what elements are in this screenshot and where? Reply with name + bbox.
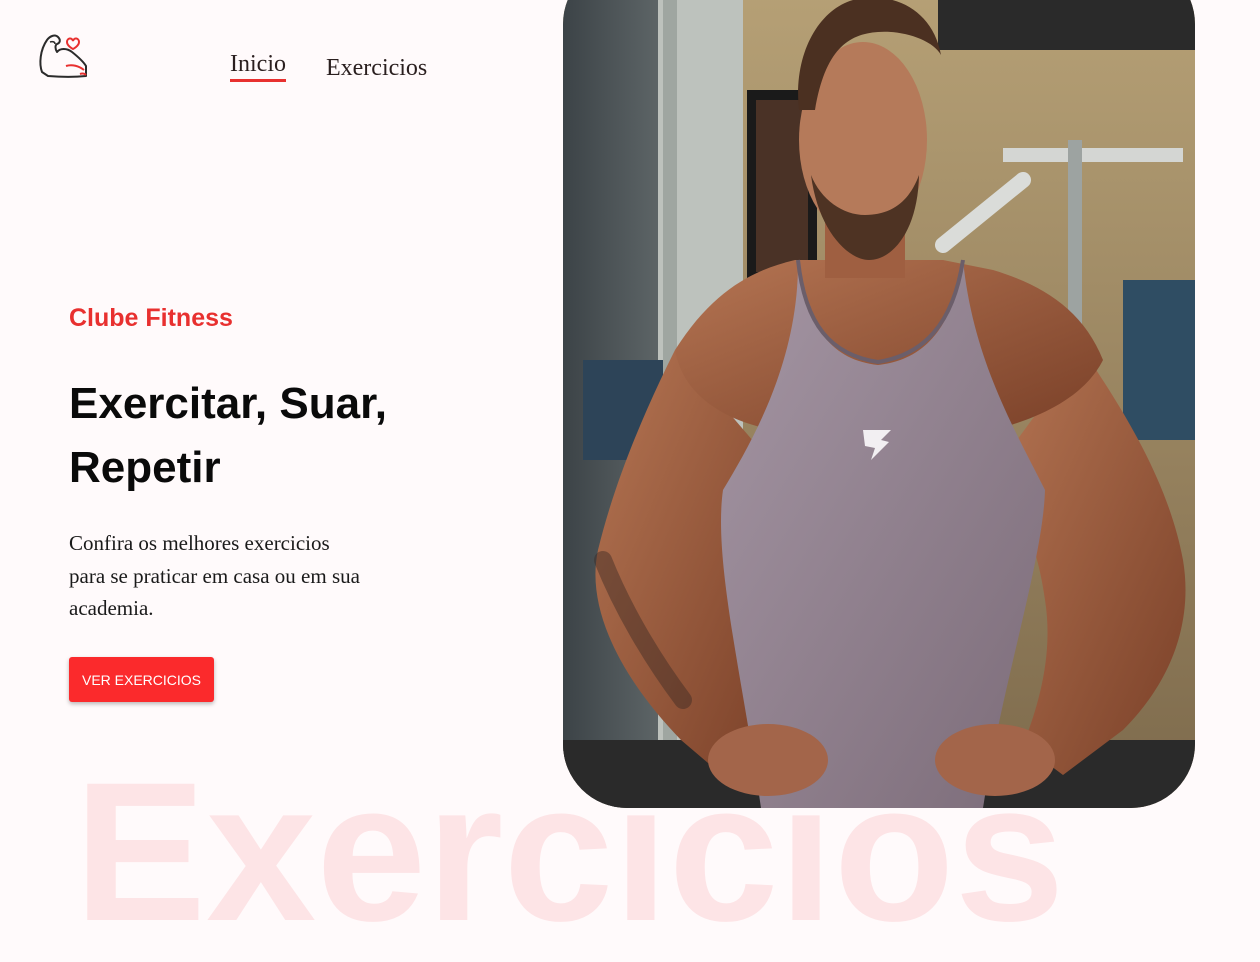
ver-exercicios-button[interactable]: VER EXERCICIOS bbox=[69, 657, 214, 702]
nav-link-exercicios[interactable]: Exercicios bbox=[326, 54, 427, 82]
main-nav: Inicio Exercicios bbox=[230, 50, 427, 82]
athlete-illustration bbox=[563, 0, 1195, 808]
nav-link-inicio[interactable]: Inicio bbox=[230, 50, 286, 82]
logo-icon[interactable] bbox=[36, 28, 90, 82]
athlete-photo bbox=[563, 0, 1195, 808]
hero-subtitle: Clube Fitness bbox=[69, 304, 233, 332]
hero-headline: Exercitar, Suar, Repetir bbox=[69, 379, 387, 492]
flexed-bicep-heart-icon bbox=[39, 34, 87, 78]
hero-description: Confira os melhores exercicios para se p… bbox=[69, 531, 360, 620]
